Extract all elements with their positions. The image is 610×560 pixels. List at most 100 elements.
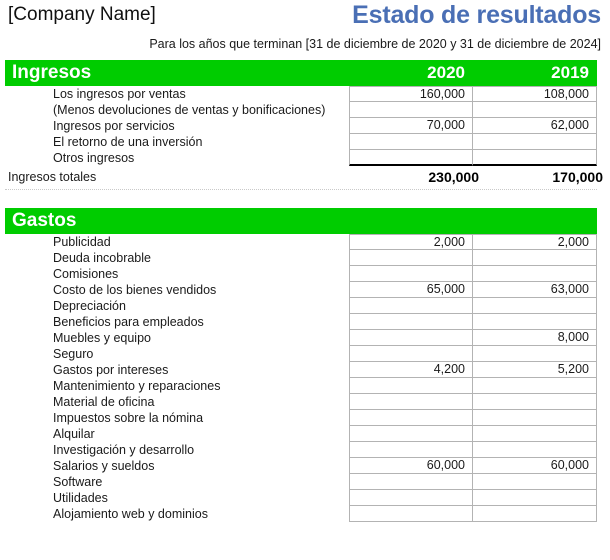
line-item-value-year-2[interactable] (473, 506, 597, 522)
table-row: Software (5, 474, 597, 490)
line-item-label[interactable]: Seguro (5, 346, 349, 362)
line-item-value-year-2[interactable] (473, 410, 597, 426)
section-header-gastos: Gastos (5, 208, 597, 234)
line-item-label[interactable]: Costo de los bienes vendidos (5, 282, 349, 298)
line-item-value-year-2[interactable] (473, 298, 597, 314)
line-item-value-year-2[interactable] (473, 490, 597, 506)
table-row: Publicidad 2,000 2,000 (5, 234, 597, 250)
total-value-year-1: 230,000 (428, 169, 479, 185)
line-item-label[interactable]: Otros ingresos (5, 150, 349, 166)
line-item-value-year-1[interactable] (349, 134, 473, 150)
column-header-year-1: 2020 (427, 63, 465, 82)
table-row: Los ingresos por ventas 160,000 108,000 (5, 86, 597, 102)
table-row: Mantenimiento y reparaciones (5, 378, 597, 394)
table-row: Alojamiento web y dominios (5, 506, 597, 522)
company-name[interactable]: [Company Name] (8, 3, 156, 27)
line-item-label[interactable]: Salarios y sueldos (5, 458, 349, 474)
line-item-label[interactable]: Alojamiento web y dominios (5, 506, 349, 522)
rows-gastos: Publicidad 2,000 2,000 Deuda incobrable Comi… (5, 234, 597, 522)
line-item-label[interactable]: Mantenimiento y reparaciones (5, 378, 349, 394)
line-item-value-year-2[interactable] (473, 150, 597, 166)
line-item-value-year-1[interactable] (349, 102, 473, 118)
line-item-label[interactable]: Muebles y equipo (5, 330, 349, 346)
line-item-label[interactable]: Comisiones (5, 266, 349, 282)
table-row: Gastos por intereses 4,200 5,200 (5, 362, 597, 378)
line-item-label[interactable]: Beneficios para empleados (5, 314, 349, 330)
line-item-label[interactable]: Depreciación (5, 298, 349, 314)
line-item-value-year-2[interactable]: 108,000 (473, 86, 597, 102)
line-item-value-year-2[interactable] (473, 378, 597, 394)
line-item-value-year-2[interactable] (473, 102, 597, 118)
line-item-value-year-2[interactable]: 8,000 (473, 330, 597, 346)
table-row: Utilidades (5, 490, 597, 506)
line-item-value-year-1[interactable] (349, 346, 473, 362)
line-item-value-year-1[interactable]: 65,000 (349, 282, 473, 298)
line-item-label[interactable]: Deuda incobrable (5, 250, 349, 266)
line-item-label[interactable]: Gastos por intereses (5, 362, 349, 378)
line-item-label[interactable]: Material de oficina (5, 394, 349, 410)
table-row: Alquilar (5, 426, 597, 442)
section-heading-label: Gastos (12, 210, 77, 231)
document-header: [Company Name] Estado de resultados Para… (0, 0, 610, 60)
line-item-value-year-2[interactable]: 60,000 (473, 458, 597, 474)
table-row: Salarios y sueldos 60,000 60,000 (5, 458, 597, 474)
total-label: Ingresos totales (8, 170, 97, 184)
table-row: Seguro (5, 346, 597, 362)
line-item-value-year-1[interactable] (349, 474, 473, 490)
line-item-value-year-2[interactable] (473, 442, 597, 458)
line-item-label[interactable]: Investigación y desarrollo (5, 442, 349, 458)
line-item-value-year-1[interactable] (349, 266, 473, 282)
column-header-year-2: 2019 (551, 63, 589, 82)
total-row-ingresos: Ingresos totales 230,000 170,000 (0, 166, 610, 188)
line-item-value-year-1[interactable] (349, 150, 473, 166)
line-item-value-year-1[interactable] (349, 250, 473, 266)
line-item-value-year-2[interactable] (473, 314, 597, 330)
line-item-value-year-1[interactable] (349, 426, 473, 442)
sections-container: Ingresos 2020 2019 Los ingresos por ventas 1… (0, 60, 610, 522)
line-item-value-year-2[interactable] (473, 134, 597, 150)
line-item-value-year-2[interactable] (473, 426, 597, 442)
table-row: El retorno de una inversión (5, 134, 597, 150)
line-item-value-year-1[interactable] (349, 490, 473, 506)
line-item-value-year-2[interactable]: 5,200 (473, 362, 597, 378)
line-item-label[interactable]: Alquilar (5, 426, 349, 442)
line-item-value-year-2[interactable]: 2,000 (473, 234, 597, 250)
line-item-label[interactable]: Los ingresos por ventas (5, 86, 349, 102)
line-item-value-year-1[interactable] (349, 394, 473, 410)
line-item-value-year-1[interactable] (349, 442, 473, 458)
line-item-value-year-1[interactable] (349, 314, 473, 330)
income-statement-sheet: [Company Name] Estado de resultados Para… (0, 0, 610, 560)
line-item-label[interactable]: Ingresos por servicios (5, 118, 349, 134)
line-item-label[interactable]: Impuestos sobre la nómina (5, 410, 349, 426)
line-item-value-year-2[interactable] (473, 394, 597, 410)
line-item-label[interactable]: (Menos devoluciones de ventas y bonifica… (5, 102, 349, 118)
report-period-subtitle[interactable]: Para los años que terminan [31 de diciem… (149, 36, 601, 52)
line-item-value-year-2[interactable]: 63,000 (473, 282, 597, 298)
line-item-value-year-2[interactable] (473, 250, 597, 266)
line-item-value-year-1[interactable] (349, 330, 473, 346)
line-item-value-year-2[interactable] (473, 346, 597, 362)
page-title: Estado de resultados (352, 1, 601, 29)
line-item-value-year-2[interactable] (473, 266, 597, 282)
table-row: (Menos devoluciones de ventas y bonifica… (5, 102, 597, 118)
line-item-label[interactable]: Software (5, 474, 349, 490)
line-item-value-year-1[interactable] (349, 378, 473, 394)
line-item-value-year-1[interactable]: 160,000 (349, 86, 473, 102)
table-row: Muebles y equipo 8,000 (5, 330, 597, 346)
line-item-value-year-1[interactable]: 70,000 (349, 118, 473, 134)
section-ingresos: Ingresos 2020 2019 Los ingresos por ventas 1… (0, 60, 610, 190)
table-row: Ingresos por servicios 70,000 62,000 (5, 118, 597, 134)
line-item-value-year-1[interactable]: 60,000 (349, 458, 473, 474)
line-item-value-year-1[interactable]: 4,200 (349, 362, 473, 378)
line-item-label[interactable]: Publicidad (5, 234, 349, 250)
line-item-value-year-1[interactable] (349, 506, 473, 522)
line-item-value-year-1[interactable] (349, 410, 473, 426)
line-item-label[interactable]: Utilidades (5, 490, 349, 506)
line-item-value-year-1[interactable]: 2,000 (349, 234, 473, 250)
line-item-label[interactable]: El retorno de una inversión (5, 134, 349, 150)
table-row: Costo de los bienes vendidos 65,000 63,000 (5, 282, 597, 298)
line-item-value-year-1[interactable] (349, 298, 473, 314)
line-item-value-year-2[interactable]: 62,000 (473, 118, 597, 134)
line-item-value-year-2[interactable] (473, 474, 597, 490)
